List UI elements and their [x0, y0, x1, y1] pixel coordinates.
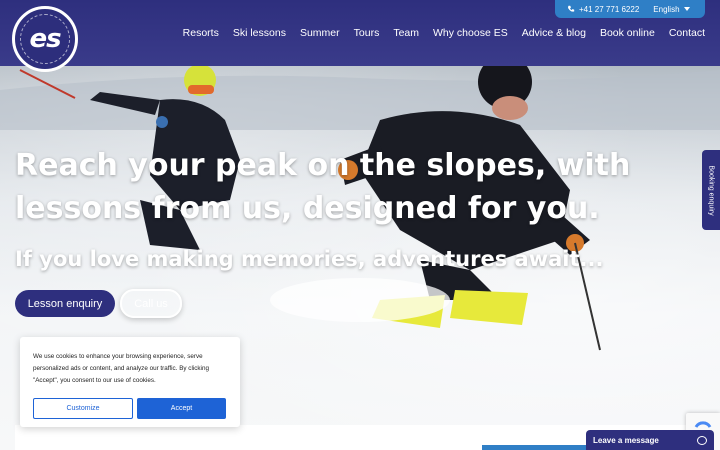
phone-link[interactable]: +41 27 771 6222: [567, 5, 639, 14]
site-logo[interactable]: es: [12, 6, 78, 72]
language-label: English: [653, 4, 680, 14]
content-accent-bar: [482, 445, 586, 450]
caret-down-icon: [683, 7, 690, 11]
cookie-text: We use cookies to enhance your browsing …: [33, 353, 209, 384]
lesson-enquiry-button[interactable]: Lesson enquiry: [15, 290, 115, 317]
hero-headline: Reach your peak on the slopes, with less…: [15, 148, 631, 226]
accept-button[interactable]: Accept: [137, 398, 226, 419]
chat-label: Leave a message: [593, 435, 659, 445]
phone-number: +41 27 771 6222: [579, 4, 640, 14]
language-selector[interactable]: English: [653, 4, 690, 14]
nav-item-advice-blog[interactable]: Advice & blog: [522, 27, 586, 39]
logo-ring: es: [20, 14, 70, 64]
nav-item-resorts[interactable]: Resorts: [183, 27, 219, 39]
phone-icon: [567, 5, 575, 12]
main-nav: Resorts Ski lessons Summer Tours Team Wh…: [183, 27, 705, 39]
cookie-banner: We use cookies to enhance your browsing …: [20, 337, 240, 427]
call-us-button[interactable]: Call us: [120, 289, 182, 318]
nav-item-book-online[interactable]: Book online: [600, 27, 655, 39]
cookie-buttons: Customize Accept: [33, 398, 226, 419]
booking-enquiry-tab[interactable]: Booking enquiry: [702, 150, 720, 230]
customize-button[interactable]: Customize: [33, 398, 133, 419]
hero-subline: If you love making memories, adventures …: [15, 247, 604, 271]
chat-bubble-icon: [697, 435, 707, 445]
nav-item-contact[interactable]: Contact: [669, 27, 705, 39]
booking-enquiry-label: Booking enquiry: [707, 164, 715, 216]
nav-item-tours[interactable]: Tours: [354, 27, 380, 39]
nav-item-ski-lessons[interactable]: Ski lessons: [233, 27, 286, 39]
contact-topbar: +41 27 771 6222 English: [555, 0, 705, 18]
nav-item-why-choose-es[interactable]: Why choose ES: [433, 27, 508, 39]
logo-text: es: [29, 24, 61, 54]
leave-message-chat[interactable]: Leave a message: [586, 430, 714, 450]
nav-item-summer[interactable]: Summer: [300, 27, 340, 39]
nav-item-team[interactable]: Team: [393, 27, 419, 39]
